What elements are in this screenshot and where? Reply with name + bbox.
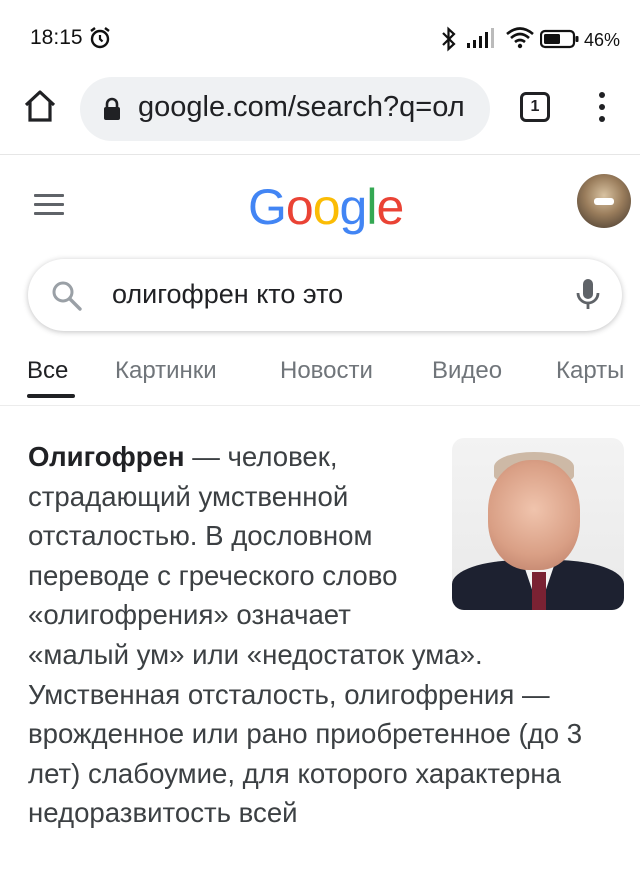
logo-letter: l bbox=[366, 179, 377, 235]
alarm-icon bbox=[90, 27, 110, 49]
signal-icon bbox=[467, 28, 494, 48]
search-box[interactable]: олигофрен кто это bbox=[28, 259, 622, 331]
active-tab-indicator bbox=[27, 394, 75, 398]
account-avatar[interactable] bbox=[577, 174, 631, 228]
search-icon[interactable] bbox=[50, 279, 84, 313]
tab-news[interactable]: Новости bbox=[280, 357, 373, 385]
tab-switcher-button[interactable]: 1 bbox=[520, 92, 550, 122]
microphone-icon[interactable] bbox=[574, 277, 602, 313]
status-bar: 18:15 46% bbox=[0, 0, 640, 70]
browser-menu-icon[interactable] bbox=[596, 92, 608, 126]
snippet-term: Олигофрен bbox=[28, 441, 185, 472]
logo-letter: G bbox=[248, 179, 287, 235]
search-tabs: Все Картинки Новости Видео Карты bbox=[0, 355, 640, 406]
status-time: 18:15 bbox=[30, 26, 83, 49]
battery-percent: 46% bbox=[584, 30, 621, 50]
url-text: google.com/search?q=ол bbox=[138, 91, 465, 123]
bluetooth-icon bbox=[442, 26, 456, 52]
logo-letter: g bbox=[339, 179, 368, 235]
google-logo[interactable]: Google bbox=[248, 178, 404, 236]
tab-all[interactable]: Все bbox=[27, 357, 68, 385]
logo-letter: o bbox=[312, 179, 341, 235]
avatar-image bbox=[594, 198, 614, 205]
lock-icon bbox=[104, 97, 120, 120]
battery-icon bbox=[540, 29, 579, 49]
wifi-icon bbox=[506, 27, 534, 49]
logo-letter: o bbox=[285, 179, 314, 235]
address-bar[interactable]: google.com/search?q=ол bbox=[80, 77, 490, 141]
logo-letter: e bbox=[376, 179, 404, 235]
tab-video[interactable]: Видео bbox=[432, 357, 502, 385]
browser-toolbar: google.com/search?q=ол 1 bbox=[0, 70, 640, 155]
result-thumbnail[interactable] bbox=[452, 438, 624, 610]
search-input[interactable]: олигофрен кто это bbox=[112, 279, 343, 310]
home-icon[interactable] bbox=[22, 88, 58, 124]
hamburger-menu-icon[interactable] bbox=[34, 194, 64, 216]
featured-snippet: Олигофрен — человек, страдающий умственн… bbox=[28, 437, 624, 833]
tab-images[interactable]: Картинки bbox=[115, 357, 217, 385]
tab-maps[interactable]: Карты bbox=[556, 357, 624, 385]
